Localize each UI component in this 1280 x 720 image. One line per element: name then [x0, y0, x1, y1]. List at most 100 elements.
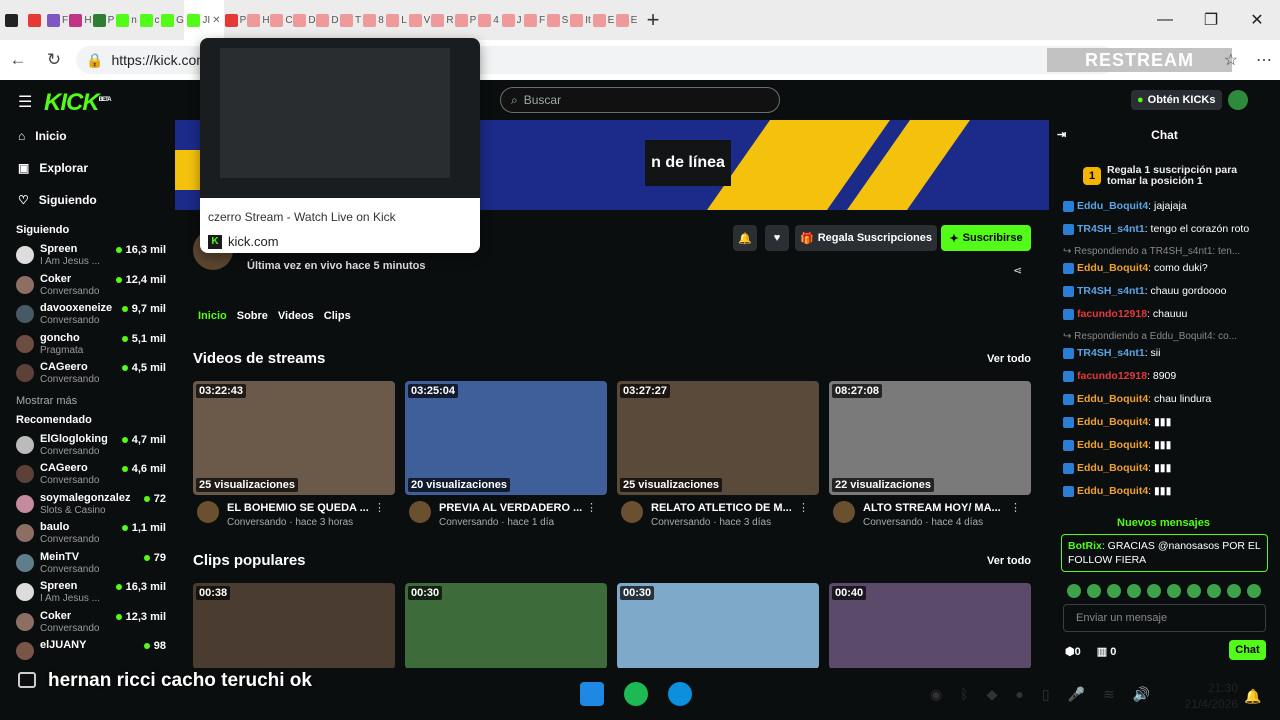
- clip-thumbnail[interactable]: 00:30: [617, 583, 819, 668]
- collapse-chat-icon[interactable]: ⇥: [1057, 128, 1066, 141]
- chat-username[interactable]: Eddu_Boquit4: [1077, 200, 1148, 212]
- video-title[interactable]: PREVIA AL VERDADERO ...: [439, 502, 599, 514]
- get-kicks-button[interactable]: ● Obtén KICKs: [1131, 90, 1222, 110]
- video-thumbnail[interactable]: 03:25:04 20 visualizaciones: [405, 381, 607, 495]
- restore-icon[interactable]: ❐: [1188, 0, 1234, 40]
- new-tab-icon[interactable]: +: [638, 0, 668, 40]
- back-icon[interactable]: ←: [0, 40, 36, 80]
- channel-avatar[interactable]: [621, 501, 643, 523]
- browser-tab[interactable]: [23, 0, 46, 40]
- sidebar-channel[interactable]: Spreen I Am Jesus ... 16,3 mil: [4, 240, 170, 270]
- sidebar-channel[interactable]: goncho Pragmata 5,1 mil: [4, 329, 170, 359]
- browser-tab[interactable]: It: [569, 0, 592, 40]
- browser-tab[interactable]: [0, 0, 23, 40]
- bluetooth-icon[interactable]: ᛒ: [960, 686, 968, 703]
- sidebar-channel[interactable]: ElGlogloking Conversando 4,7 mil: [4, 430, 170, 460]
- browser-tab[interactable]: 8: [362, 0, 385, 40]
- channel-avatar[interactable]: [197, 501, 219, 523]
- clip-card[interactable]: 00:38: [193, 583, 395, 668]
- emote-icon[interactable]: [1107, 584, 1121, 598]
- emote-icon[interactable]: [1087, 584, 1101, 598]
- clip-thumbnail[interactable]: 00:40: [829, 583, 1031, 668]
- edge-icon[interactable]: [668, 682, 692, 706]
- sidebar-nav-inicio[interactable]: ⌂ Inicio: [4, 120, 170, 152]
- more-options-icon[interactable]: ⋮: [1010, 501, 1021, 514]
- wifi-icon[interactable]: ≋: [1103, 686, 1115, 703]
- chat-username[interactable]: Eddu_Boquit4: [1077, 416, 1148, 428]
- browser-tab[interactable]: H: [247, 0, 270, 40]
- emote-icon[interactable]: [1127, 584, 1141, 598]
- sidebar-channel[interactable]: CAGeero Conversando 4,5 mil: [4, 358, 170, 388]
- browser-tab[interactable]: G: [161, 0, 184, 40]
- channel-avatar[interactable]: [409, 501, 431, 523]
- favorites-icon[interactable]: ☆: [1224, 50, 1238, 70]
- clips-see-all-link[interactable]: Ver todo: [987, 555, 1031, 567]
- emote-icon[interactable]: [1207, 584, 1221, 598]
- video-thumbnail[interactable]: 08:27:08 22 visualizaciones: [829, 381, 1031, 495]
- video-card[interactable]: 03:25:04 20 visualizaciones PREVIA AL VERD…: [405, 381, 607, 529]
- video-card[interactable]: 03:27:27 25 visualizaciones RELATO ATLETIC…: [617, 381, 819, 529]
- browser-tab-active[interactable]: JI ✕: [184, 0, 224, 40]
- points-counter[interactable]: ⬢0: [1065, 645, 1081, 658]
- chat-username[interactable]: TR4SH_s4nt1: [1077, 347, 1145, 359]
- clip-card[interactable]: 00:30: [617, 583, 819, 668]
- video-title[interactable]: EL BOHEMIO SE QUEDA ...: [227, 502, 387, 514]
- chat-input[interactable]: Enviar un mensaje: [1063, 604, 1266, 632]
- clip-card[interactable]: 00:40: [829, 583, 1031, 668]
- emote-icon[interactable]: [1187, 584, 1201, 598]
- tab-clips[interactable]: Clips: [324, 310, 351, 322]
- browser-tab[interactable]: S: [546, 0, 569, 40]
- new-messages-divider[interactable]: Nuevos mensajes: [1061, 517, 1266, 533]
- browser-tab[interactable]: 4: [477, 0, 500, 40]
- browser-tab[interactable]: T: [339, 0, 362, 40]
- spotify-icon[interactable]: [624, 682, 648, 706]
- gift-subs-button[interactable]: 🎁 Regala Suscripciones: [795, 225, 937, 251]
- browser-tab[interactable]: n: [115, 0, 138, 40]
- emote-icon[interactable]: [1247, 584, 1261, 598]
- more-icon[interactable]: ⋯: [1256, 50, 1272, 70]
- subscribe-button[interactable]: ✦ Suscribirse: [941, 225, 1031, 251]
- browser-tab[interactable]: C: [270, 0, 293, 40]
- browser-tab[interactable]: F: [46, 0, 69, 40]
- follow-heart-button[interactable]: ♥: [765, 225, 789, 251]
- battery-icon[interactable]: ▯: [1042, 686, 1050, 703]
- chat-username[interactable]: facundo12918: [1077, 370, 1147, 382]
- browser-tab[interactable]: D: [293, 0, 316, 40]
- kick-logo[interactable]: KICKBETA: [44, 89, 112, 117]
- channel-avatar[interactable]: [833, 501, 855, 523]
- share-icon[interactable]: ⋖: [1013, 264, 1022, 277]
- browser-tab[interactable]: D: [316, 0, 339, 40]
- minimize-icon[interactable]: —: [1142, 0, 1188, 40]
- show-more-link[interactable]: Mostrar más: [4, 388, 170, 414]
- emote-icon[interactable]: [1067, 584, 1081, 598]
- sidebar-nav-siguiendo[interactable]: ♡ Siguiendo: [4, 184, 170, 216]
- browser-tab[interactable]: E: [615, 0, 638, 40]
- browser-tab[interactable]: L: [385, 0, 408, 40]
- sidebar-channel[interactable]: Coker Conversando 12,4 mil: [4, 270, 170, 300]
- video-thumbnail[interactable]: 03:22:43 25 visualizaciones: [193, 381, 395, 495]
- reload-icon[interactable]: ↻: [36, 40, 72, 80]
- sidebar-channel[interactable]: Spreen I Am Jesus ... 16,3 mil: [4, 577, 170, 607]
- search-input[interactable]: ⌕ Buscar: [500, 87, 780, 113]
- menu-icon[interactable]: ☰: [18, 92, 32, 112]
- browser-tab[interactable]: P: [92, 0, 115, 40]
- chat-username[interactable]: facundo12918: [1077, 308, 1147, 320]
- emote-icon[interactable]: [1227, 584, 1241, 598]
- video-title[interactable]: RELATO ATLETICO DE M...: [651, 502, 811, 514]
- close-window-icon[interactable]: ✕: [1234, 0, 1280, 40]
- browser-tab[interactable]: J: [500, 0, 523, 40]
- user-avatar[interactable]: [1228, 90, 1248, 110]
- video-card[interactable]: 08:27:08 22 visualizaciones ALTO STREAM HO…: [829, 381, 1031, 529]
- browser-tab[interactable]: P: [224, 0, 247, 40]
- chat-username[interactable]: Eddu_Boquit4: [1077, 462, 1148, 474]
- clip-card[interactable]: 00:30: [405, 583, 607, 668]
- sidebar-channel[interactable]: CAGeero Conversando 4,6 mil: [4, 459, 170, 489]
- sidebar-channel[interactable]: Coker Conversando 12,3 mil: [4, 607, 170, 637]
- gift-leaderboard[interactable]: 1 Regala 1 suscripción para tomar la pos…: [1053, 150, 1276, 202]
- notifications-icon[interactable]: 🔔: [1244, 688, 1261, 705]
- tab-inicio[interactable]: Inicio: [198, 310, 227, 322]
- more-options-icon[interactable]: ⋮: [586, 501, 597, 514]
- sidebar-nav-explorar[interactable]: ▣ Explorar: [4, 152, 170, 184]
- chat-send-button[interactable]: Chat: [1229, 640, 1266, 660]
- video-title[interactable]: ALTO STREAM HOY/ MA...: [863, 502, 1023, 514]
